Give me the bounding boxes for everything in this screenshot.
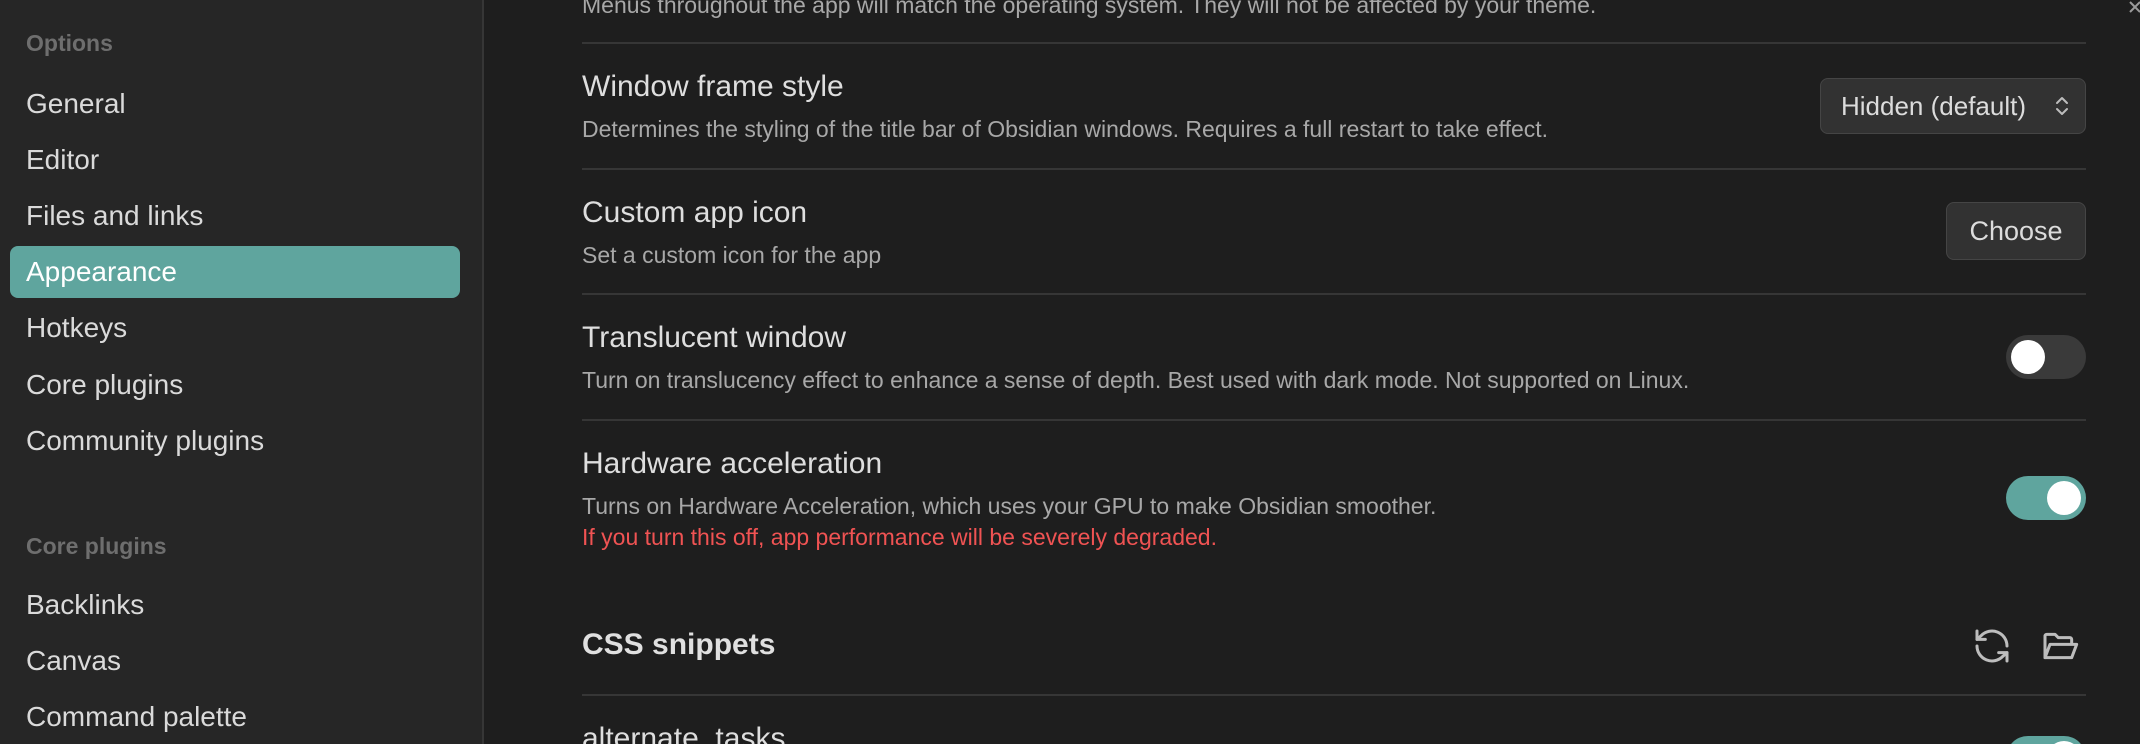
divider <box>582 694 2086 696</box>
setting-hardware-acceleration: Hardware acceleration Turns on Hardware … <box>582 445 2086 575</box>
setting-custom-app-icon: Custom app icon Set a custom icon for th… <box>582 194 2086 294</box>
window-frame-title: Window frame style <box>582 70 844 103</box>
setting-native-menus: Menus throughout the app will match the … <box>582 0 2086 22</box>
sidebar-item-core-plugins[interactable]: Core plugins <box>10 359 460 411</box>
settings-content: Menus throughout the app will match the … <box>486 0 2140 744</box>
settings-window: Options General Editor Files and links A… <box>0 0 2140 744</box>
reload-icon[interactable] <box>1972 626 2012 666</box>
sidebar-item-command-palette[interactable]: Command palette <box>10 691 460 743</box>
sidebar-item-files-and-links[interactable]: Files and links <box>10 190 460 242</box>
chevron-up-down-icon <box>2056 97 2068 115</box>
window-frame-select[interactable]: Hidden (default) <box>1820 78 2086 134</box>
divider <box>582 168 2086 170</box>
hardware-toggle[interactable] <box>2006 476 2086 520</box>
sidebar-item-community-plugins[interactable]: Community plugins <box>10 415 460 467</box>
custom-icon-title: Custom app icon <box>582 196 808 229</box>
sidebar-section-options: Options <box>26 30 113 56</box>
sidebar-item-hotkeys[interactable]: Hotkeys <box>10 302 460 354</box>
sidebar-section-core-plugins: Core plugins <box>26 533 167 559</box>
translucent-title: Translucent window <box>582 321 847 354</box>
sidebar-item-editor[interactable]: Editor <box>10 134 460 186</box>
hardware-description: Turns on Hardware Acceleration, which us… <box>582 493 1437 519</box>
hardware-warning: If you turn this off, app performance wi… <box>582 524 1217 550</box>
window-frame-description: Determines the styling of the title bar … <box>582 116 1549 142</box>
native-menus-description: Menus throughout the app will match the … <box>582 0 1597 18</box>
toggle-knob <box>2047 481 2081 515</box>
settings-sidebar: Options General Editor Files and links A… <box>0 0 484 744</box>
divider <box>582 293 2086 295</box>
sidebar-item-backlinks[interactable]: Backlinks <box>10 579 460 631</box>
snippet-title: alternate_tasks <box>582 722 786 744</box>
close-icon[interactable] <box>2126 0 2140 14</box>
hardware-title: Hardware acceleration <box>582 447 883 480</box>
translucent-toggle[interactable] <box>2006 335 2086 379</box>
snippet-toggle[interactable] <box>2006 736 2086 744</box>
css-snippets-heading: CSS snippets <box>582 628 776 661</box>
divider <box>582 419 2086 421</box>
sidebar-item-general[interactable]: General <box>10 78 460 130</box>
window-frame-select-value: Hidden (default) <box>1841 90 2026 121</box>
sidebar-item-canvas[interactable]: Canvas <box>10 635 460 687</box>
snippet-row: alternate_tasks <box>582 718 2086 744</box>
folder-open-icon[interactable] <box>2040 626 2080 666</box>
choose-icon-button[interactable]: Choose <box>1946 202 2086 260</box>
setting-translucent-window: Translucent window Turn on translucency … <box>582 319 2086 419</box>
sidebar-item-appearance[interactable]: Appearance <box>10 246 460 298</box>
divider <box>582 42 2086 44</box>
translucent-description: Turn on translucency effect to enhance a… <box>582 367 1690 393</box>
setting-window-frame-style: Window frame style Determines the stylin… <box>582 68 2086 168</box>
custom-icon-description: Set a custom icon for the app <box>582 242 882 268</box>
toggle-knob <box>2011 340 2045 374</box>
